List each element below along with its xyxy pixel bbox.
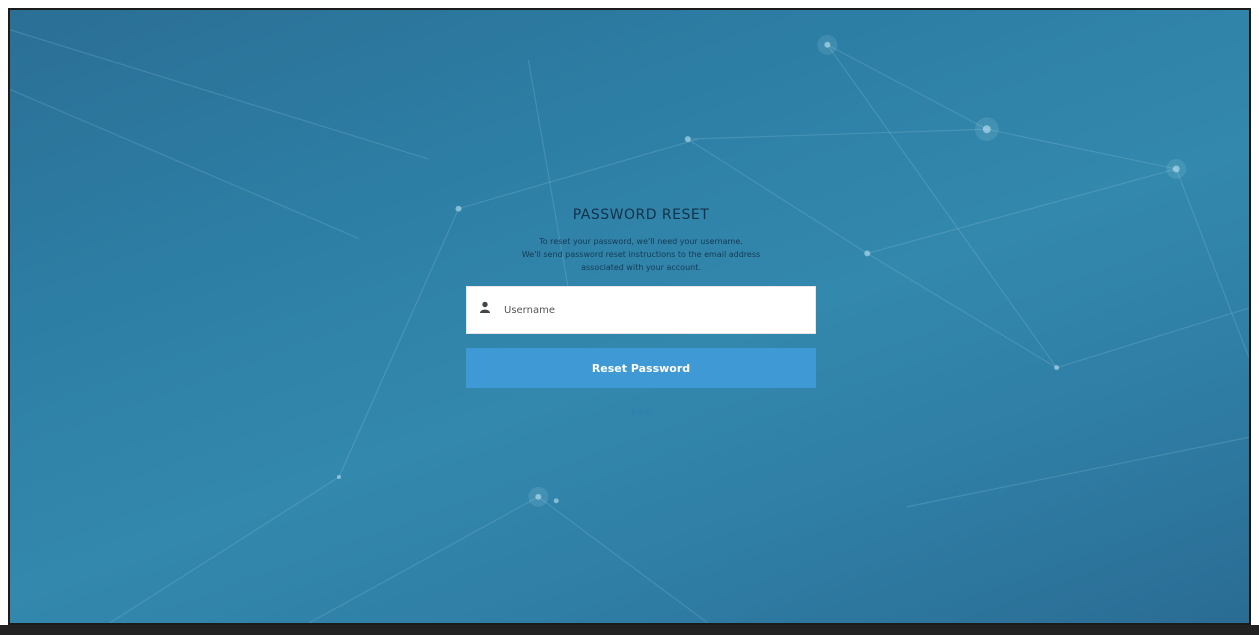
username-field[interactable] [466, 286, 816, 334]
instruction-line-3: associated with your account. [581, 263, 701, 272]
app-window: PASSWORD RESET To reset your password, w… [8, 8, 1251, 625]
instruction-line-2: We'll send password reset instructions t… [521, 250, 761, 259]
reset-password-button[interactable]: Reset Password [466, 348, 816, 388]
back-link[interactable]: Back [631, 408, 650, 417]
instruction-line-1: To reset your password, we'll need your … [539, 237, 743, 246]
username-input[interactable] [467, 287, 815, 333]
password-reset-panel: PASSWORD RESET To reset your password, w… [466, 200, 816, 419]
page-title: PASSWORD RESET [572, 207, 710, 223]
user-icon [480, 301, 490, 313]
reset-instructions: To reset your password, we'll need your … [466, 235, 816, 274]
taskbar-strip [0, 625, 1259, 635]
